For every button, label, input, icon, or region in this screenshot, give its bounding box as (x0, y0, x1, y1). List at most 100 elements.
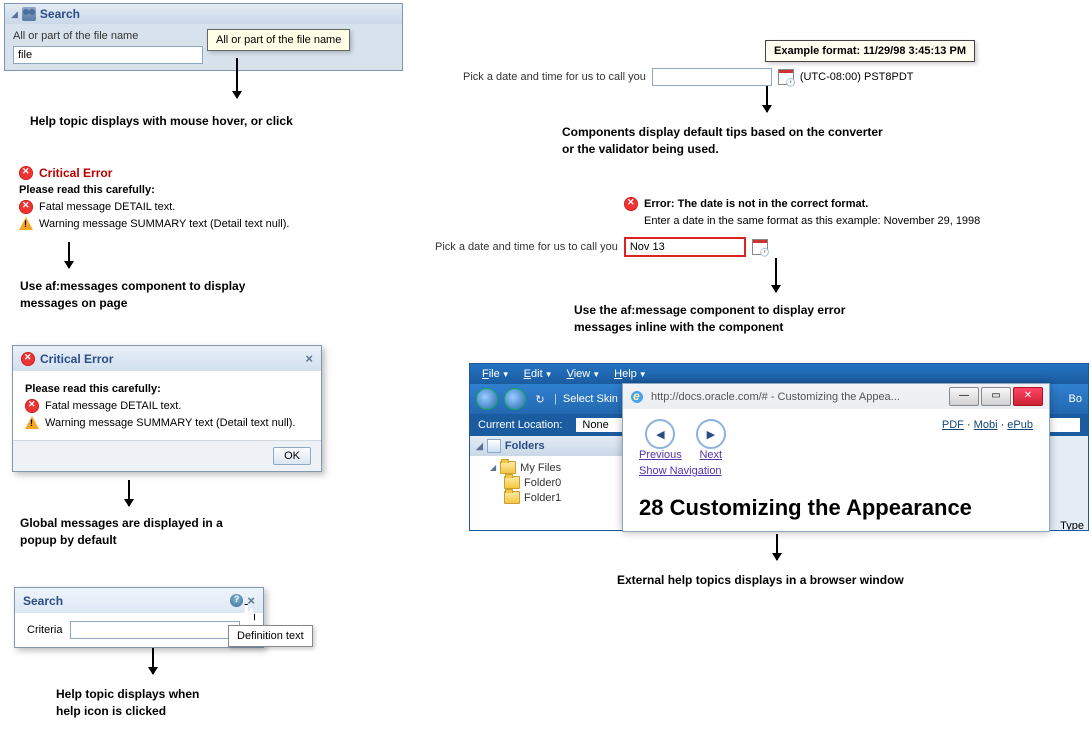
caption-external-help: External help topics displays in a brows… (617, 572, 904, 589)
search-dialog: Search × Criteria (14, 587, 264, 648)
browser-window: http://docs.oracle.com/# - Customizing t… (622, 383, 1050, 532)
folder-icon (504, 476, 520, 489)
select-skin-label: Select Skin (563, 393, 618, 405)
critical-error-title: Critical Error (39, 166, 112, 180)
cursor-pointer (239, 604, 255, 625)
folders-panel-header[interactable]: ◢ Folders (470, 436, 635, 456)
browser-body: PDF · Mobi · ePub ◀ Previous ▶ Next Show… (623, 409, 1049, 531)
error-icon (21, 352, 35, 366)
criteria-input[interactable] (70, 621, 240, 639)
pdf-link[interactable]: PDF (942, 419, 964, 431)
timezone-text: (UTC-08:00) PST8PDT (800, 71, 914, 83)
folder-icon (504, 491, 520, 504)
menubar: FFileile▼ Edit▼ View▼ Help▼ (470, 364, 1088, 384)
dialog-close-button[interactable]: × (305, 351, 313, 366)
epub-link[interactable]: ePub (1007, 419, 1033, 431)
error-icon (624, 197, 638, 211)
toolbar-trailing: Bo (1069, 393, 1082, 405)
calendar-icon[interactable] (778, 69, 794, 85)
menu-edit[interactable]: Edit▼ (518, 367, 559, 381)
warning-message: Warning message SUMMARY text (Detail tex… (39, 218, 289, 230)
search-panel-title: Search (40, 7, 80, 21)
error-icon (19, 166, 33, 180)
caption-tooltip-help: Help topic displays with mouse hover, or… (30, 113, 293, 130)
browser-address: http://docs.oracle.com/# - Customizing t… (651, 391, 943, 403)
search-dialog-title: Search (23, 594, 63, 608)
binoculars-icon (22, 7, 36, 21)
arrow-6 (775, 258, 777, 292)
calendar-icon[interactable] (752, 239, 768, 255)
caption-af-messages: Use af:messages component to displaymess… (20, 278, 245, 312)
caption-default-tips: Components display default tips based on… (562, 124, 883, 158)
arrow-2 (68, 242, 70, 268)
arrow-7 (776, 534, 778, 560)
arrow-1 (236, 58, 238, 98)
disclosure-icon[interactable]: ◢ (476, 441, 483, 452)
menu-view[interactable]: View▼ (561, 367, 607, 381)
close-button[interactable]: ✕ (1013, 387, 1043, 406)
definition-tooltip: Definition text (228, 625, 313, 647)
tree-my-files[interactable]: ◢My Files (476, 460, 629, 475)
warning-icon (25, 416, 39, 429)
caption-inline-error: Use the af:message component to display … (574, 302, 845, 336)
date-picker-row-2: Pick a date and time for us to call you (435, 237, 768, 257)
date-label-1: Pick a date and time for us to call you (463, 71, 646, 83)
criteria-label: Criteria (27, 624, 62, 636)
error-icon (25, 399, 39, 413)
next-link[interactable]: Next (699, 449, 722, 461)
format-links: PDF · Mobi · ePub (942, 419, 1033, 431)
menu-file[interactable]: FFileile▼ (476, 367, 516, 381)
minimize-button[interactable]: — (949, 387, 979, 406)
ie-icon (629, 389, 645, 405)
browser-titlebar: http://docs.oracle.com/# - Customizing t… (623, 384, 1049, 409)
date-error-block: Error: The date is not in the correct fo… (624, 197, 980, 227)
caption-help-icon: Help topic displays whenhelp icon is cli… (56, 686, 199, 720)
file-name-input[interactable] (13, 46, 203, 64)
mobi-link[interactable]: Mobi (974, 419, 998, 431)
dialog-fatal-message: Fatal message DETAIL text. (45, 400, 181, 412)
file-name-tooltip: All or part of the file name (207, 29, 350, 51)
date-error-title: Error: The date is not in the correct fo… (644, 198, 868, 210)
dialog-header: Critical Error × (13, 346, 321, 371)
refresh-icon[interactable]: ↻ (532, 393, 548, 406)
critical-error-subtitle: Please read this carefully: (19, 184, 289, 196)
folders-title: Folders (505, 440, 545, 452)
critical-error-inline: Critical Error Please read this carefull… (19, 166, 289, 233)
fatal-message: Fatal message DETAIL text. (39, 201, 175, 213)
example-format-tooltip: Example format: 11/29/98 3:45:13 PM (765, 40, 975, 62)
dialog-title-text: Critical Error (40, 352, 113, 366)
dialog-warning-message: Warning message SUMMARY text (Detail tex… (45, 417, 295, 429)
folders-panel: ◢ Folders ◢My Files Folder0 Folder1 (470, 436, 636, 531)
search-panel-header[interactable]: ◢ Search (5, 4, 402, 24)
folder-icon (500, 461, 516, 474)
date-label-2: Pick a date and time for us to call you (435, 241, 618, 253)
prev-nav-button[interactable]: ◀ (645, 419, 675, 449)
next-nav-button[interactable]: ▶ (696, 419, 726, 449)
menu-help[interactable]: Help▼ (608, 367, 653, 381)
arrow-5 (766, 86, 768, 112)
type-column-label: Type (1060, 520, 1084, 531)
dialog-subtitle: Please read this carefully: (25, 383, 309, 395)
nav-fwd-button[interactable] (504, 388, 526, 410)
tree-folder0[interactable]: Folder0 (476, 475, 629, 490)
chapter-title: 28 Customizing the Appearance (639, 495, 1033, 521)
nav-back-button[interactable] (476, 388, 498, 410)
arrow-4 (152, 648, 154, 674)
error-icon (19, 200, 33, 214)
warning-icon (19, 217, 33, 230)
date-picker-row-1: Pick a date and time for us to call you … (463, 68, 914, 86)
date-input-error[interactable] (624, 237, 746, 257)
show-navigation-link[interactable]: Show Navigation (639, 465, 722, 477)
prev-link[interactable]: Previous (639, 449, 682, 461)
folders-icon (487, 439, 501, 453)
critical-error-dialog: Critical Error × Please read this carefu… (12, 345, 322, 472)
tree-folder1[interactable]: Folder1 (476, 490, 629, 505)
caption-global-messages: Global messages are displayed in apopup … (20, 515, 223, 549)
arrow-3 (128, 480, 130, 506)
date-error-detail: Enter a date in the same format as this … (644, 215, 980, 227)
disclosure-icon[interactable]: ◢ (11, 9, 18, 20)
maximize-button[interactable]: ▭ (981, 387, 1011, 406)
location-label: Current Location: (478, 419, 562, 431)
ok-button[interactable]: OK (273, 447, 311, 465)
date-input-1[interactable] (652, 68, 772, 86)
